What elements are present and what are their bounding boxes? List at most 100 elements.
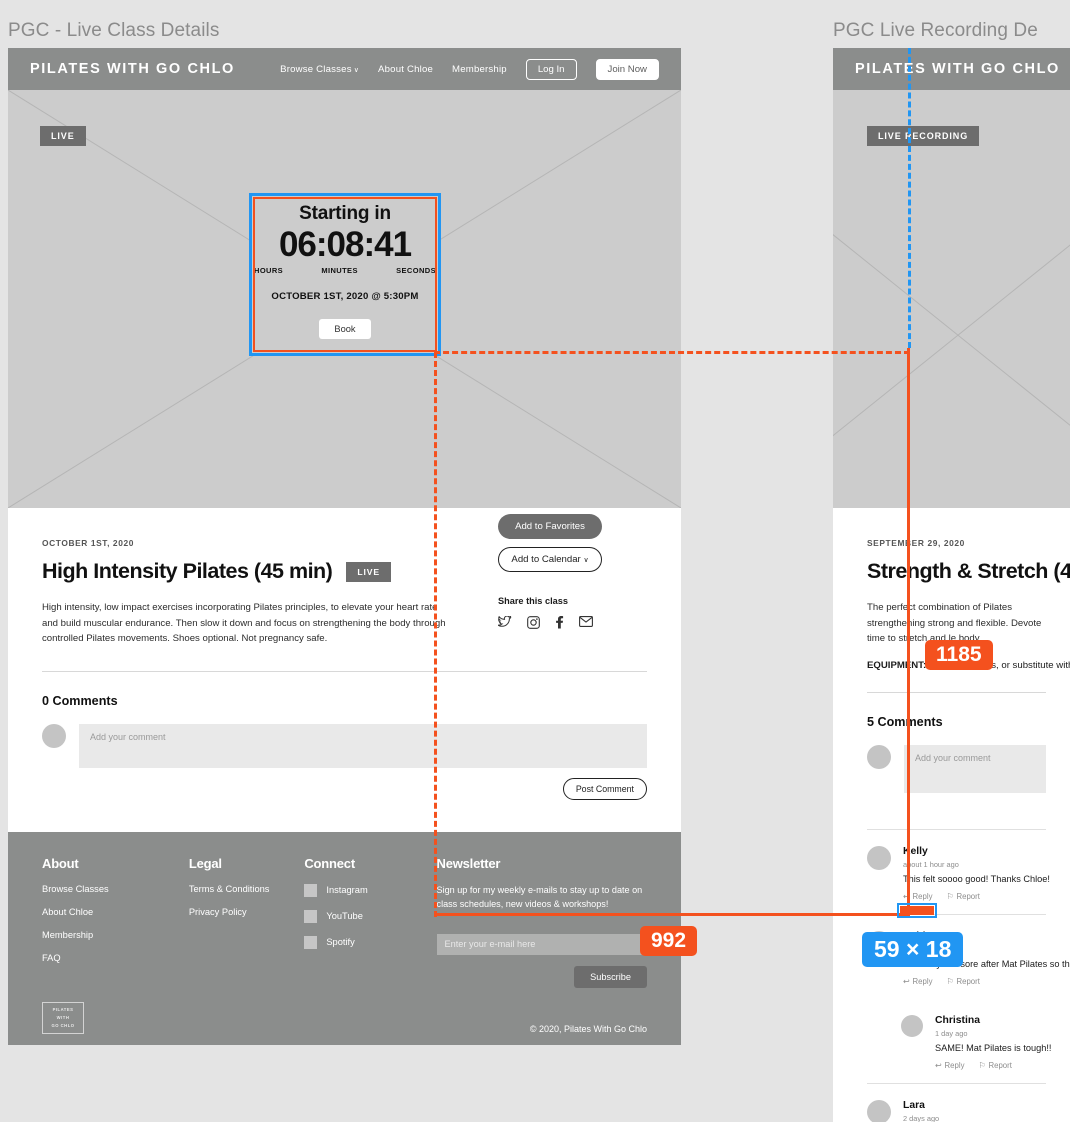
page-title: High Intensity Pilates (45 min) <box>42 559 333 583</box>
reply-button[interactable]: ↩ Reply <box>903 892 932 901</box>
equipment-label: EQUIPMENT: <box>867 659 927 671</box>
measurement-badge-992: 992 <box>640 926 698 956</box>
share-label: Share this class <box>498 596 568 606</box>
avatar <box>901 1014 923 1037</box>
design-canvas: PGC - Live Class Details PGC Live Record… <box>0 0 1070 1122</box>
newsletter-email-input[interactable]: Enter your e-mail here <box>436 933 647 955</box>
comment-actions: ↩ Reply ⚐ Report <box>903 977 1070 986</box>
report-label: Report <box>956 891 980 901</box>
nav-links: Browse Classes ∨ About Chloe Membership L… <box>280 58 659 80</box>
comment-actions: ↩ Reply ⚐ Report <box>935 1061 1051 1070</box>
nav-label: Browse Classes <box>280 63 352 75</box>
report-button[interactable]: ⚐ Report <box>946 892 979 901</box>
footer-link-youtube[interactable]: YouTube <box>304 909 436 923</box>
site-navbar: PILATES WITH GO CHLO Browse Classes ∨ Abo… <box>8 48 681 90</box>
reply-button[interactable]: ↩ Reply <box>903 977 932 986</box>
countdown-minutes-label: MINUTES <box>321 266 358 275</box>
footer-link-faq[interactable]: FAQ <box>42 953 189 963</box>
avatar <box>867 845 891 870</box>
comment-timestamp: about 1 hour ago <box>903 859 959 869</box>
comment-input[interactable]: Add your comment <box>79 723 647 768</box>
comment-author: Lara <box>903 1099 925 1111</box>
reply-label: Reply <box>944 1060 965 1070</box>
add-to-calendar-button[interactable]: Add to Calendar ∨ <box>498 547 602 572</box>
class-actions: Add to Favorites Add to Calendar ∨ Share… <box>498 514 668 629</box>
comment-timestamp: 2 days ago <box>903 1113 940 1122</box>
footer-link-about-chloe[interactable]: About Chloe <box>42 907 189 917</box>
artboard-title-left[interactable]: PGC - Live Class Details <box>8 20 219 42</box>
comment-body: This felt soooo good! Thanks Chloe! <box>903 873 1050 884</box>
footer-link-browse-classes[interactable]: Browse Classes <box>42 884 189 894</box>
share-icons <box>498 616 668 629</box>
selected-element-fill <box>900 906 934 915</box>
report-label: Report <box>956 976 980 986</box>
email-icon[interactable] <box>579 616 593 627</box>
artboard-title-right[interactable]: PGC Live Recording De <box>833 20 1038 42</box>
countdown-card[interactable]: Starting in 06:08:41 HOURS MINUTES SECON… <box>252 196 438 353</box>
comment-body: SAME! Mat Pilates is tough!! <box>935 1042 1052 1053</box>
footer-link-instagram[interactable]: Instagram <box>304 883 436 897</box>
footer-col-about: About Browse Classes About Chloe Members… <box>42 856 189 988</box>
brand-logo-right[interactable]: PILATES WITH GO CHLO <box>855 61 1060 77</box>
comments-heading-right: 5 Comments <box>867 714 943 729</box>
countdown-digits: 06:08:41 <box>278 225 412 264</box>
footer-heading-about: About <box>42 855 79 871</box>
countdown-title: Starting in <box>299 203 391 224</box>
footer-heading-connect: Connect <box>304 855 355 871</box>
copyright-text: © 2020, Pilates With Go Chlo <box>529 1023 647 1034</box>
footer-heading-legal: Legal <box>188 855 222 871</box>
status-badge: LIVE <box>346 561 392 582</box>
nav-item-browse-classes[interactable]: Browse Classes ∨ <box>280 64 359 75</box>
comment-input-right[interactable]: Add your comment <box>904 744 1046 793</box>
book-button[interactable]: Book <box>319 319 371 339</box>
footer-bottom: PILATES WITH GO CHLO © 2020, Pilates Wit… <box>42 1001 647 1034</box>
footer-link-privacy[interactable]: Privacy Policy <box>189 907 305 917</box>
site-navbar-right: PILATES WITH GO CHLO <box>833 48 1070 90</box>
facebook-icon[interactable] <box>555 616 564 629</box>
comment-actions: ↩ Reply ⚐ Report <box>903 892 1050 901</box>
countdown-datetime: OCTOBER 1ST, 2020 @ 5:30PM <box>271 291 419 302</box>
add-to-favorites-button[interactable]: Add to Favorites <box>498 514 602 539</box>
countdown-seconds-label: SECONDS <box>396 266 436 275</box>
footer-link-membership[interactable]: Membership <box>42 930 189 940</box>
footer-col-legal: Legal Terms & Conditions Privacy Policy <box>189 856 305 988</box>
footer-logo[interactable]: PILATES WITH GO CHLO <box>42 1001 84 1034</box>
chevron-down-icon: ∨ <box>353 66 360 74</box>
placeholder-cross-icon <box>833 234 1070 437</box>
instagram-icon[interactable] <box>527 616 540 629</box>
chevron-down-icon: ∨ <box>583 557 589 564</box>
dimension-badge: 59 × 18 <box>862 932 964 967</box>
divider-right <box>867 691 1046 693</box>
countdown-unit-labels: HOURS MINUTES SECONDS <box>252 266 438 275</box>
nav-item-about-chloe[interactable]: About Chloe <box>378 64 433 75</box>
footer-social-label: Spotify <box>326 937 355 948</box>
report-label: Report <box>988 1060 1012 1070</box>
comment-author: Kelly <box>903 845 928 857</box>
post-comment-button[interactable]: Post Comment <box>562 777 647 800</box>
list-item: Kelly about 1 hour ago This felt soooo g… <box>867 830 1050 914</box>
footer-link-terms[interactable]: Terms & Conditions <box>189 884 305 894</box>
page-title-right: Strength & Stretch (45 m <box>867 559 1070 583</box>
countdown-hours-label: HOURS <box>254 266 284 275</box>
login-button[interactable]: Log In <box>525 58 577 80</box>
brand-logo[interactable]: PILATES WITH GO CHLO <box>30 61 235 77</box>
add-to-calendar-label: Add to Calendar <box>511 554 581 565</box>
report-button[interactable]: ⚐ Report <box>946 977 979 986</box>
avatar <box>867 744 891 769</box>
nav-item-membership[interactable]: Membership <box>452 64 507 75</box>
reply-button[interactable]: ↩ Reply <box>935 1061 964 1070</box>
footer-link-spotify[interactable]: Spotify <box>304 935 436 949</box>
report-button[interactable]: ⚐ Report <box>978 1061 1011 1070</box>
class-description: High intensity, low impact exercises inc… <box>42 602 446 645</box>
comments-heading: 0 Comments <box>42 693 118 708</box>
avatar <box>867 1099 891 1122</box>
footer-social-label: YouTube <box>326 911 363 922</box>
class-date-right: SEPTEMBER 29, 2020 <box>867 538 965 548</box>
twitter-icon[interactable] <box>498 616 512 628</box>
footer-logo-line3: GO CHLO <box>51 1022 75 1028</box>
divider <box>42 670 647 672</box>
instagram-icon <box>304 883 318 897</box>
comment-timestamp: 1 day ago <box>935 1028 968 1038</box>
join-now-button[interactable]: Join Now <box>595 58 659 80</box>
subscribe-button[interactable]: Subscribe <box>574 965 647 988</box>
